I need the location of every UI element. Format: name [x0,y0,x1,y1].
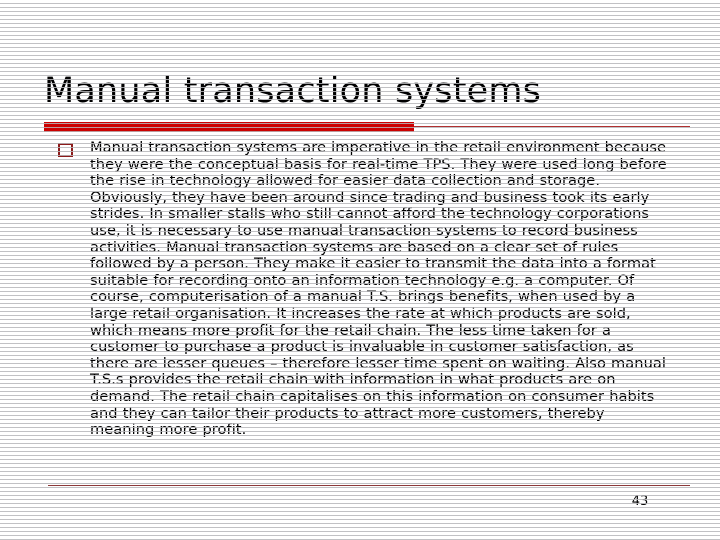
body-content: Manual transaction systems are imperativ… [58,139,670,439]
list-item: Manual transaction systems are imperativ… [58,139,670,439]
footer-divider [48,485,690,486]
title-divider-accent-bar [44,122,414,132]
page-title: Manual transaction systems [44,71,542,111]
title-divider [44,122,690,132]
page-number: 43 [631,494,649,509]
slide-canvas: Manual transaction systems Manual transa… [0,0,720,540]
square-outline-bullet-icon [58,143,73,157]
bullet-paragraph: Manual transaction systems are imperativ… [90,139,667,439]
